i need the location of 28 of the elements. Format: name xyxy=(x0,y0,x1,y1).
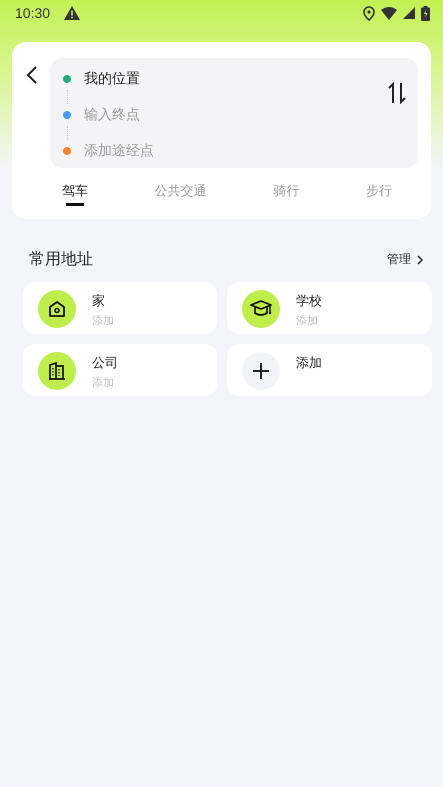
location-icon xyxy=(363,6,375,20)
signal-icon xyxy=(403,7,415,19)
address-hint: 添加 xyxy=(92,313,114,328)
address-card[interactable]: 家 添加 xyxy=(23,282,217,334)
wifi-icon xyxy=(381,6,397,20)
address-hint: 添加 xyxy=(296,313,319,328)
graduation-cap-icon xyxy=(242,290,280,328)
address-card[interactable]: 公司 添加 xyxy=(23,344,217,396)
building-icon xyxy=(38,352,76,390)
swap-button[interactable] xyxy=(388,82,406,104)
address-name: 学校 xyxy=(296,293,322,310)
back-icon xyxy=(26,66,38,84)
house-icon xyxy=(38,290,76,328)
address-name: 公司 xyxy=(92,355,118,372)
address-hint: 添加 xyxy=(92,375,115,390)
battery-icon xyxy=(421,6,430,20)
status-time: 10:30 xyxy=(15,5,50,21)
section-title: 常用地址 xyxy=(29,249,93,270)
address-card[interactable]: 添加 xyxy=(227,344,432,396)
address-name: 家 xyxy=(92,293,106,310)
chevron-right-icon xyxy=(417,254,423,264)
address-name: 添加 xyxy=(296,355,322,372)
plus-icon xyxy=(242,352,280,390)
swap-icon xyxy=(388,82,406,104)
warning-icon xyxy=(64,6,80,20)
manage-link[interactable]: 管理 xyxy=(387,251,423,268)
route-stop-field[interactable]: 我的位置 xyxy=(84,70,140,88)
address-card[interactable]: 学校 添加 xyxy=(227,282,432,334)
